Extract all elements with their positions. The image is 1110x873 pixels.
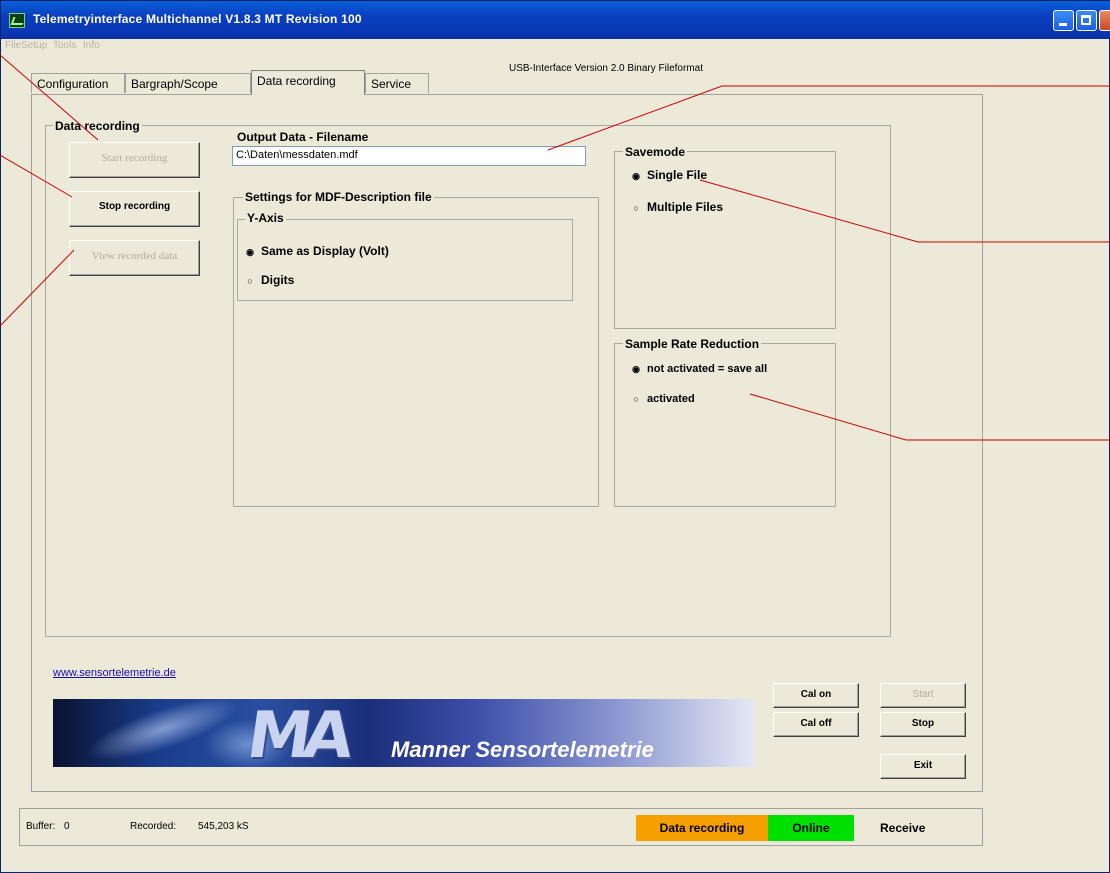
savemode-title: Savemode: [623, 145, 688, 159]
start-button[interactable]: Start: [880, 683, 966, 708]
title-bar[interactable]: Telemetryinterface Multichannel V1.8.3 M…: [1, 1, 1110, 39]
tab-configuration[interactable]: Configuration: [31, 73, 125, 93]
radio-single-file[interactable]: ◉ Single File: [631, 168, 707, 182]
menu-bar: File Setup Tools Info: [1, 39, 1110, 57]
manner-banner: MA Manner Sensortelemetrie: [53, 699, 755, 767]
y-axis-title: Y-Axis: [245, 211, 286, 225]
ma-logo: MA: [242, 699, 351, 767]
radio-activated[interactable]: ○ activated: [631, 393, 694, 405]
output-filename-input[interactable]: C:\Daten\messdaten.mdf: [232, 146, 586, 166]
buffer-label: Buffer:: [26, 821, 56, 832]
cal-on-button[interactable]: Cal on: [773, 683, 859, 708]
radio-same-as-display[interactable]: ◉ Same as Display (Volt): [245, 244, 389, 258]
tab-data-recording[interactable]: Data recording: [251, 70, 365, 95]
data-recording-group-title: Data recording: [53, 119, 142, 133]
radio-unselected-icon: ○: [633, 394, 639, 404]
exit-button[interactable]: Exit: [880, 754, 966, 779]
view-recorded-data-button[interactable]: View recorded data: [69, 240, 200, 276]
tab-bargraph-scope[interactable]: Bargraph/Scope: [125, 73, 251, 93]
app-icon: [9, 13, 25, 28]
close-button[interactable]: [1099, 10, 1110, 31]
website-link[interactable]: www.sensortelemetrie.de: [53, 667, 176, 679]
sample-rate-title: Sample Rate Reduction: [623, 337, 762, 351]
radio-unselected-icon: ○: [247, 276, 253, 286]
radio-selected-icon: ◉: [246, 247, 254, 257]
minimize-button[interactable]: [1053, 10, 1074, 31]
app-window: Telemetryinterface Multichannel V1.8.3 M…: [0, 0, 1110, 873]
radio-selected-icon: ◉: [632, 364, 640, 374]
cal-off-button[interactable]: Cal off: [773, 712, 859, 737]
menu-tools[interactable]: Tools: [53, 40, 76, 51]
menu-file[interactable]: File: [5, 40, 21, 51]
recorded-value: 545,203 kS: [198, 821, 249, 832]
radio-unselected-icon: ○: [633, 203, 639, 213]
tab-service[interactable]: Service: [365, 73, 429, 93]
window-title: Telemetryinterface Multichannel V1.8.3 M…: [33, 12, 362, 26]
stop-button[interactable]: Stop: [880, 712, 966, 737]
buffer-value: 0: [64, 821, 70, 832]
output-filename-label: Output Data - Filename: [237, 130, 369, 144]
y-axis-group: [237, 219, 573, 301]
menu-setup[interactable]: Setup: [21, 40, 47, 51]
recorded-label: Recorded:: [130, 821, 177, 832]
status-bar: Buffer: 0 Recorded: 545,203 kS Data reco…: [19, 808, 983, 846]
mdf-settings-title: Settings for MDF-Description file: [243, 190, 434, 204]
status-online-badge: Online: [768, 815, 854, 841]
usb-interface-info: USB-Interface Version 2.0 Binary Filefor…: [509, 63, 703, 74]
menu-info[interactable]: Info: [83, 40, 100, 51]
start-recording-button[interactable]: Start recording: [69, 142, 200, 178]
radio-selected-icon: ◉: [632, 171, 640, 181]
status-mode-badge: Data recording: [636, 815, 768, 841]
radio-multiple-files[interactable]: ○ Multiple Files: [631, 200, 723, 214]
radio-not-activated[interactable]: ◉ not activated = save all: [631, 363, 767, 375]
status-direction: Receive: [880, 821, 926, 835]
radio-digits[interactable]: ○ Digits: [245, 273, 294, 287]
stop-recording-button[interactable]: Stop recording: [69, 191, 200, 227]
banner-text: Manner Sensortelemetrie: [391, 737, 654, 762]
maximize-button[interactable]: [1076, 10, 1097, 31]
